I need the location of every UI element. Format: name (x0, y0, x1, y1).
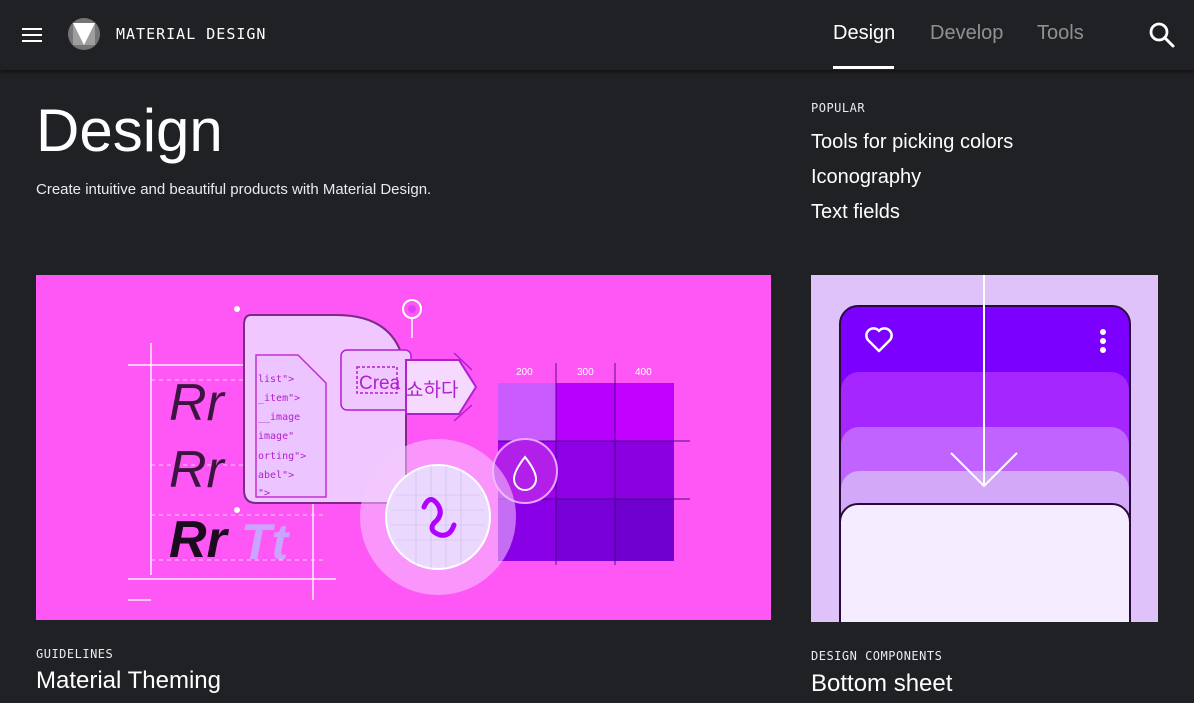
theming-illustration: Rr Rr Rr Tt list"> _item"> __image image… (128, 299, 690, 601)
type-sample-3: Rr (169, 511, 230, 569)
top-app-bar: MATERIAL DESIGN Design Develop Tools (0, 0, 1194, 70)
bottom-sheet-card-image[interactable] (811, 275, 1158, 622)
popular-link-colors[interactable]: Tools for picking colors (811, 125, 1013, 160)
material-theming-card-image[interactable]: Rr Rr Rr Tt list"> _item"> __image image… (36, 275, 771, 620)
code-line-2: _item"> (258, 393, 300, 404)
tab-develop[interactable]: Develop (930, 22, 1003, 45)
swatch-label-400: 400 (635, 367, 652, 378)
popular-link-iconography[interactable]: Iconography (811, 160, 1013, 195)
type-sample-4: Tt (241, 514, 291, 570)
code-line-6: abel"> (258, 470, 294, 481)
code-line-5: orting"> (258, 451, 306, 462)
popular-heading: POPULAR (811, 101, 866, 115)
swatch-label-200: 200 (516, 367, 533, 378)
brand-name[interactable]: MATERIAL DESIGN (116, 25, 266, 43)
type-sample-2: Rr (169, 441, 227, 499)
code-line-1: list"> (258, 374, 294, 385)
material-logo-icon[interactable] (68, 18, 100, 50)
page-subtitle: Create intuitive and beautiful products … (36, 181, 432, 198)
swatch-label-300: 300 (577, 367, 594, 378)
code-line-4: image" (258, 431, 294, 442)
menu-icon[interactable] (18, 21, 46, 49)
korean-text: 쇼하다 (406, 379, 458, 401)
search-icon[interactable] (1146, 19, 1178, 51)
chip-text: Crea (359, 373, 401, 394)
page-title: Design (36, 97, 223, 164)
more-vert-icon[interactable] (1100, 329, 1106, 353)
popular-link-text-fields[interactable]: Text fields (811, 195, 1013, 230)
active-tab-indicator (833, 66, 894, 69)
type-sample-1: Rr (169, 374, 227, 432)
code-line-7: "> (258, 488, 270, 499)
card-category-guidelines: GUIDELINES (36, 647, 114, 661)
bottom-sheet-illustration (839, 275, 1131, 622)
popular-links: Tools for picking colors Iconography Tex… (811, 125, 1013, 230)
code-line-3: __image (258, 412, 300, 423)
card-category-design-components: DESIGN COMPONENTS (811, 649, 943, 663)
tab-tools[interactable]: Tools (1037, 22, 1084, 45)
card-title-material-theming[interactable]: Material Theming (36, 667, 221, 695)
card-title-bottom-sheet[interactable]: Bottom sheet (811, 670, 952, 698)
tab-design[interactable]: Design (833, 22, 895, 45)
